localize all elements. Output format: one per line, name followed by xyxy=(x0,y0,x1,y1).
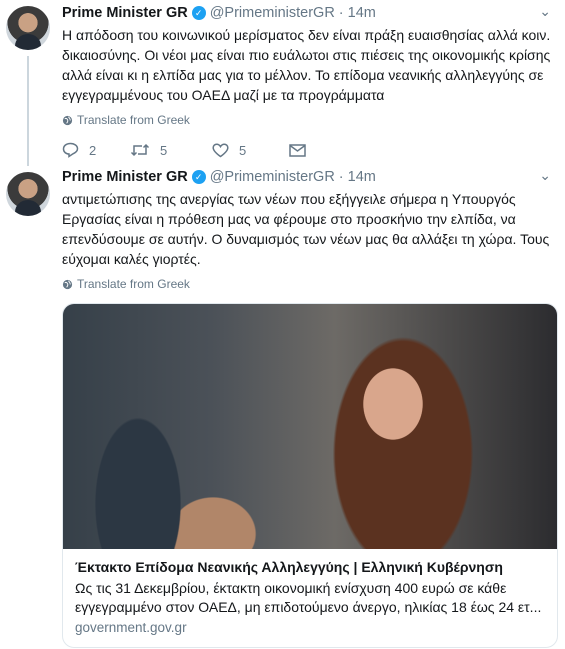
verified-badge-icon: ✓ xyxy=(191,6,206,20)
author-name[interactable]: Prime Minister GR xyxy=(62,169,188,185)
author-handle[interactable]: @PrimeministerGR xyxy=(210,5,335,21)
card-domain: government.gov.gr xyxy=(75,620,187,635)
card-description-line: Ως τις 31 Δεκεμβρίου, έκτακτη οικονομική… xyxy=(75,580,507,596)
globe-icon xyxy=(62,115,73,125)
avatar[interactable] xyxy=(6,6,50,50)
card-description-line: εγγεγραμμένο στον ΟΑΕΔ, μη επιδοτούμενο … xyxy=(75,599,542,615)
verified-badge-icon: ✓ xyxy=(191,170,206,184)
envelope-icon xyxy=(289,143,306,157)
retweet-button[interactable]: 5 xyxy=(130,143,212,158)
timestamp[interactable]: 14m xyxy=(348,5,376,21)
tweet-text-line: αλλά είναι κι η ελπίδα μας για το μέλλον… xyxy=(62,67,544,83)
direct-message-button[interactable] xyxy=(289,143,306,157)
card-image[interactable] xyxy=(63,304,557,549)
tweet-header: Prime Minister GR ✓ @PrimeministerGR · 1… xyxy=(62,3,551,23)
tweet-text-line: εγγεγραμμένους του ΟΑΕΔ μαζί με τα προγρ… xyxy=(62,87,385,103)
separator: · xyxy=(338,5,344,21)
author-handle[interactable]: @PrimeministerGR xyxy=(210,169,335,185)
tweet-header: Prime Minister GR ✓ @PrimeministerGR · 1… xyxy=(62,167,551,187)
heart-icon xyxy=(212,142,229,157)
tweet-text-line: Εργασίας είναι η πρόθεση μας να φέρουμε … xyxy=(62,211,516,227)
tweet-text-line: επενδύσουμε σε αυτήν. Ο δυναμισμός των ν… xyxy=(62,231,550,247)
globe-icon xyxy=(62,279,73,289)
timestamp[interactable]: 14m xyxy=(348,169,376,185)
like-button[interactable]: 5 xyxy=(212,143,289,158)
tweet-text: Η απόδοση του κοινωνικού μερίσματος δεν … xyxy=(62,25,551,105)
author-name[interactable]: Prime Minister GR xyxy=(62,5,188,21)
reply-icon xyxy=(62,142,79,158)
separator: · xyxy=(338,169,344,185)
card-title[interactable]: Έκτακτο Επίδομα Νεανικής Αλληλεγγύης | Ε… xyxy=(75,557,545,577)
tweet-text-line: δικαιοσύνης. Οι νέοι μας είναι πιο ευάλω… xyxy=(62,47,551,63)
chevron-down-icon[interactable]: ⌄ xyxy=(539,3,551,20)
translate-label[interactable]: Translate from Greek xyxy=(77,277,190,291)
tweet-actions: 2 5 5 xyxy=(62,140,551,160)
card-description: Ως τις 31 Δεκεμβρίου, έκτακτη οικονομική… xyxy=(75,579,545,617)
avatar[interactable] xyxy=(6,172,50,216)
reply-button[interactable]: 2 xyxy=(62,142,130,158)
tweet-text-line: αντιμετώπισης της ανεργίας των νέων που … xyxy=(62,191,516,207)
tweet-text: αντιμετώπισης της ανεργίας των νέων που … xyxy=(62,189,551,269)
translate-label[interactable]: Translate from Greek xyxy=(77,113,190,127)
translate-link[interactable]: Translate from Greek xyxy=(62,276,551,292)
tweet-text-line: εύχομαι καλές γιορτές. xyxy=(62,251,201,267)
tweet-2[interactable]: Prime Minister GR ✓ @PrimeministerGR · 1… xyxy=(62,167,551,292)
thread-connector-line xyxy=(27,56,29,166)
retweet-count: 5 xyxy=(160,142,168,158)
reply-count: 2 xyxy=(89,142,97,158)
tweet-1[interactable]: Prime Minister GR ✓ @PrimeministerGR · 1… xyxy=(62,3,551,160)
like-count: 5 xyxy=(239,142,247,158)
link-preview-card[interactable]: Έκτακτο Επίδομα Νεανικής Αλληλεγγύης | Ε… xyxy=(62,303,558,648)
retweet-icon xyxy=(130,143,150,157)
translate-link[interactable]: Translate from Greek xyxy=(62,112,551,128)
card-body: Έκτακτο Επίδομα Νεανικής Αλληλεγγύης | Ε… xyxy=(63,549,557,635)
chevron-down-icon[interactable]: ⌄ xyxy=(539,167,551,184)
tweet-text-line: Η απόδοση του κοινωνικού μερίσματος δεν … xyxy=(62,27,551,43)
